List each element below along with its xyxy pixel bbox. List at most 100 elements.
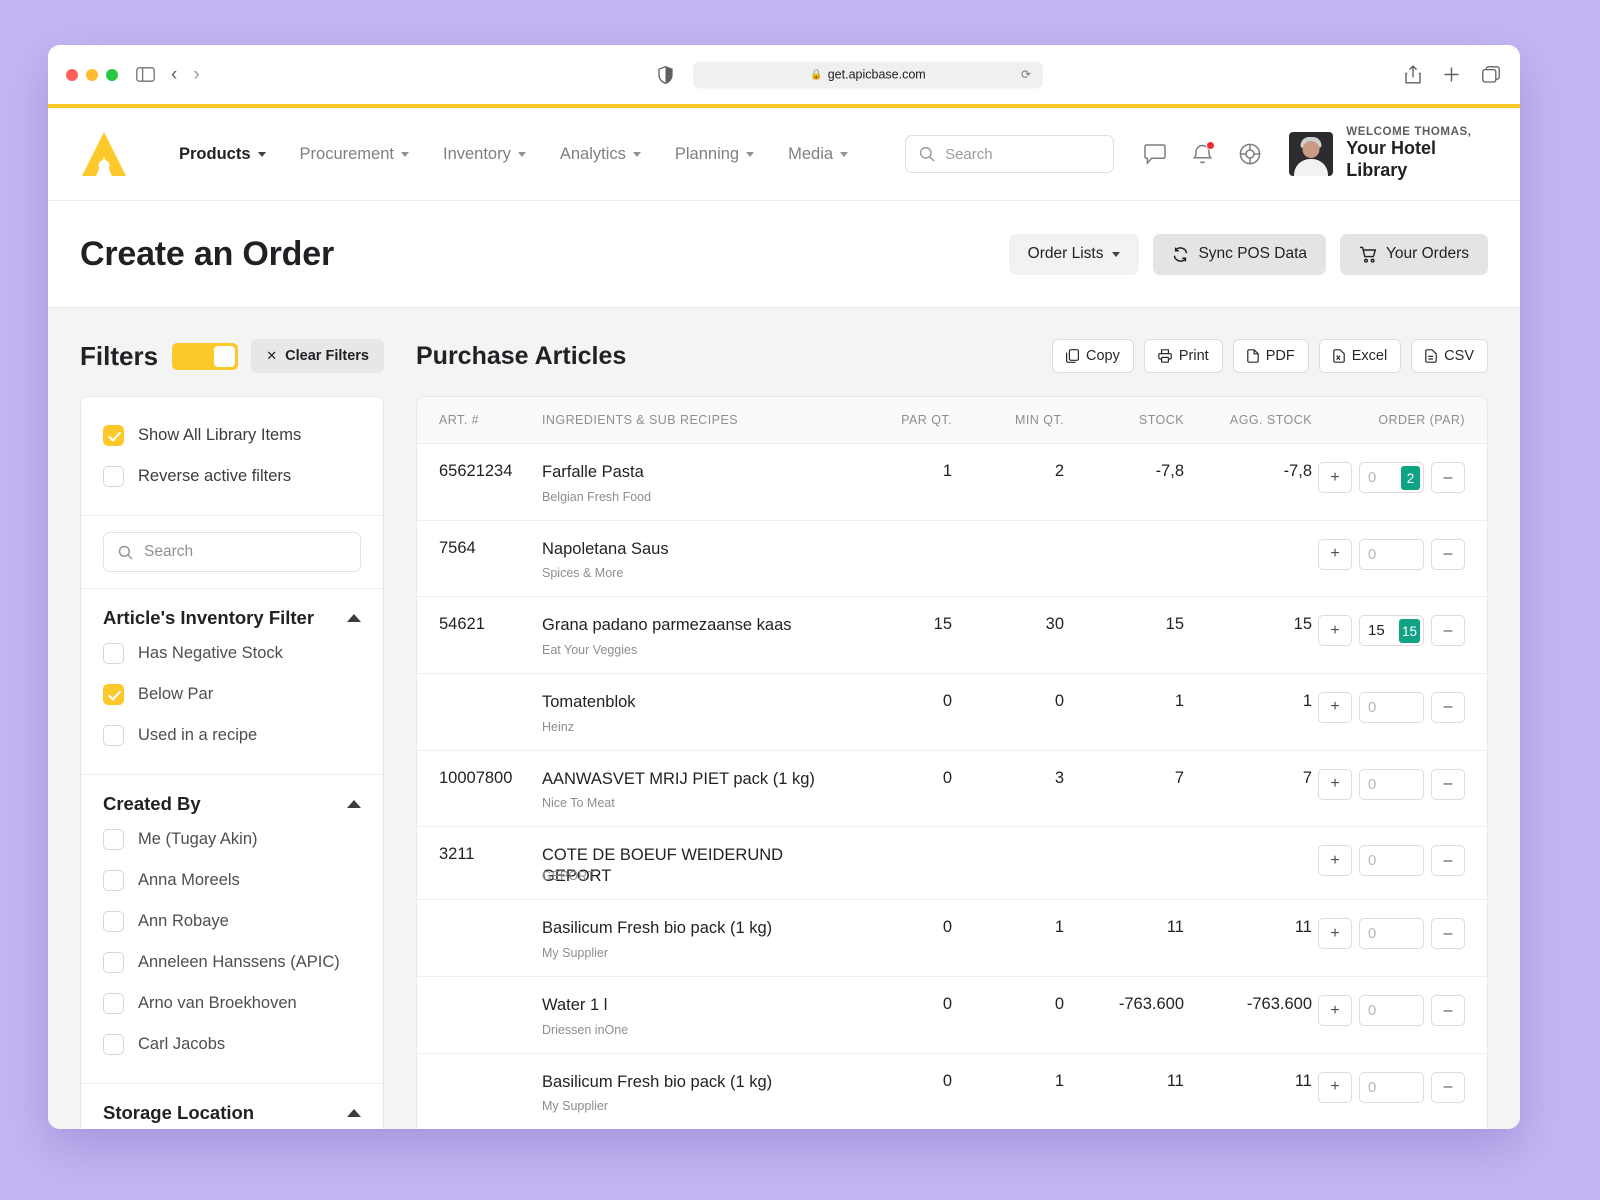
- decrement-button[interactable]: –: [1431, 462, 1465, 493]
- increment-button[interactable]: +: [1318, 769, 1352, 800]
- order-quantity-input[interactable]: 0: [1359, 918, 1424, 949]
- column-header-order-par[interactable]: ORDER (PAR): [1312, 397, 1487, 444]
- checkbox-icon[interactable]: [103, 425, 124, 446]
- order-stepper[interactable]: +02–: [1312, 462, 1465, 493]
- your-orders-button[interactable]: Your Orders: [1340, 234, 1488, 275]
- decrement-button[interactable]: –: [1431, 918, 1465, 949]
- table-row[interactable]: Water 1 lDriessen inOne00-763.600-763.60…: [417, 977, 1487, 1054]
- excel-button[interactable]: Excel: [1319, 339, 1401, 373]
- shield-icon[interactable]: [658, 66, 673, 84]
- filter-storage-koelcel[interactable]: Koelcel: [103, 1128, 361, 1129]
- order-quantity-input[interactable]: 02: [1359, 462, 1424, 493]
- table-row[interactable]: 3211COTE DE BOEUF WEIDERUND GEPORTGEPORT…: [417, 827, 1487, 900]
- checkbox-icon[interactable]: [103, 993, 124, 1014]
- nav-item-media[interactable]: Media: [771, 145, 865, 164]
- filter-created-by-anneleen-hanssens[interactable]: Anneleen Hanssens (APIC): [103, 942, 361, 983]
- maximize-window-button[interactable]: [106, 69, 118, 81]
- sidebar-toggle-icon[interactable]: [136, 67, 155, 82]
- filter-section-header[interactable]: Created By: [103, 793, 361, 815]
- header-search-input[interactable]: Search: [905, 135, 1114, 173]
- checkbox-icon[interactable]: [103, 829, 124, 850]
- order-stepper[interactable]: +0–: [1312, 845, 1465, 876]
- nav-item-planning[interactable]: Planning: [658, 145, 771, 164]
- decrement-button[interactable]: –: [1431, 1072, 1465, 1103]
- increment-button[interactable]: +: [1318, 462, 1352, 493]
- reload-icon[interactable]: ⟳: [1021, 68, 1031, 82]
- filter-created-by-carl-jacobs[interactable]: Carl Jacobs: [103, 1024, 361, 1065]
- lifebuoy-icon[interactable]: [1239, 143, 1261, 165]
- order-stepper[interactable]: +0–: [1312, 918, 1465, 949]
- clear-filters-button[interactable]: ✕ Clear Filters: [251, 339, 384, 373]
- column-header-agg-stock[interactable]: AGG. STOCK: [1184, 397, 1312, 444]
- decrement-button[interactable]: –: [1431, 692, 1465, 723]
- back-button[interactable]: ‹: [171, 65, 177, 84]
- user-menu[interactable]: WELCOME THOMAS, Your Hotel Library: [1289, 126, 1488, 181]
- decrement-button[interactable]: –: [1431, 845, 1465, 876]
- order-stepper[interactable]: +1515–: [1312, 615, 1465, 646]
- minimize-window-button[interactable]: [86, 69, 98, 81]
- filter-below-par[interactable]: Below Par: [103, 674, 361, 715]
- forward-button[interactable]: ›: [193, 65, 199, 84]
- order-quantity-input[interactable]: 0: [1359, 769, 1424, 800]
- decrement-button[interactable]: –: [1431, 769, 1465, 800]
- column-header-art[interactable]: ART. #: [417, 397, 542, 444]
- table-row[interactable]: 10007800AANWASVET MRIJ PIET pack (1 kg)N…: [417, 750, 1487, 827]
- filters-toggle[interactable]: [172, 343, 238, 370]
- table-row[interactable]: TomatenblokHeinz0011+0–: [417, 673, 1487, 750]
- order-quantity-input[interactable]: 0: [1359, 539, 1424, 570]
- browser-navigation[interactable]: ‹ ›: [171, 65, 200, 84]
- nav-item-procurement[interactable]: Procurement: [283, 145, 426, 164]
- copy-button[interactable]: Copy: [1052, 339, 1134, 373]
- checkbox-icon[interactable]: [103, 1034, 124, 1055]
- chat-icon[interactable]: [1144, 144, 1166, 165]
- chevron-up-icon[interactable]: [347, 614, 361, 622]
- order-quantity-input[interactable]: 0: [1359, 1072, 1424, 1103]
- checkbox-icon[interactable]: [103, 952, 124, 973]
- window-controls[interactable]: [66, 69, 118, 81]
- table-row[interactable]: 65621234Farfalle PastaBelgian Fresh Food…: [417, 444, 1487, 521]
- checkbox-icon[interactable]: [103, 911, 124, 932]
- avatar[interactable]: [1289, 132, 1333, 176]
- order-quantity-input[interactable]: 1515: [1359, 615, 1424, 646]
- filter-used-in-a-recipe[interactable]: Used in a recipe: [103, 715, 361, 756]
- print-button[interactable]: Print: [1144, 339, 1223, 373]
- order-quantity-input[interactable]: 0: [1359, 995, 1424, 1026]
- order-stepper[interactable]: +0–: [1312, 539, 1465, 570]
- order-stepper[interactable]: +0–: [1312, 995, 1465, 1026]
- order-stepper[interactable]: +0–: [1312, 692, 1465, 723]
- column-header-par-qt[interactable]: PAR QT.: [840, 397, 952, 444]
- increment-button[interactable]: +: [1318, 1072, 1352, 1103]
- order-quantity-input[interactable]: 0: [1359, 845, 1424, 876]
- checkbox-icon[interactable]: [103, 870, 124, 891]
- apicbase-logo[interactable]: [78, 129, 130, 179]
- filter-created-by-me[interactable]: Me (Tugay Akin): [103, 819, 361, 860]
- table-row[interactable]: Basilicum Fresh bio pack (1 kg)My Suppli…: [417, 900, 1487, 977]
- checkbox-icon[interactable]: [103, 725, 124, 746]
- increment-button[interactable]: +: [1318, 995, 1352, 1026]
- close-window-button[interactable]: [66, 69, 78, 81]
- column-header-ingredients[interactable]: INGREDIENTS & SUB RECIPES: [542, 397, 840, 444]
- sync-pos-data-button[interactable]: Sync POS Data: [1153, 234, 1326, 275]
- increment-button[interactable]: +: [1318, 918, 1352, 949]
- order-stepper[interactable]: +0–: [1312, 769, 1465, 800]
- tab-overview-icon[interactable]: [1482, 66, 1500, 83]
- increment-button[interactable]: +: [1318, 539, 1352, 570]
- filter-section-header[interactable]: Article's Inventory Filter: [103, 607, 361, 629]
- address-bar[interactable]: 🔒 get.apicbase.com ⟳: [693, 61, 1043, 88]
- decrement-button[interactable]: –: [1431, 995, 1465, 1026]
- share-icon[interactable]: [1405, 65, 1421, 84]
- plus-icon[interactable]: [1443, 66, 1460, 83]
- nav-item-products[interactable]: Products: [162, 145, 283, 164]
- checkbox-icon[interactable]: [103, 466, 124, 487]
- increment-button[interactable]: +: [1318, 615, 1352, 646]
- csv-button[interactable]: CSV: [1411, 339, 1488, 373]
- filter-show-all-library-items[interactable]: Show All Library Items: [103, 415, 361, 456]
- order-lists-button[interactable]: Order Lists: [1009, 234, 1140, 275]
- filter-created-by-ann-robaye[interactable]: Ann Robaye: [103, 901, 361, 942]
- chevron-up-icon[interactable]: [347, 800, 361, 808]
- increment-button[interactable]: +: [1318, 692, 1352, 723]
- chevron-up-icon[interactable]: [347, 1109, 361, 1117]
- order-stepper[interactable]: +0–: [1312, 1072, 1465, 1103]
- decrement-button[interactable]: –: [1431, 615, 1465, 646]
- filter-section-header[interactable]: Storage Location: [103, 1102, 361, 1124]
